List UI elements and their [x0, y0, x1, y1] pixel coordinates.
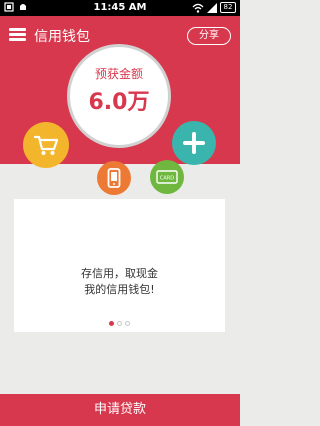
- promo-line-1: 存信用，取现金: [81, 267, 158, 280]
- promo-line-2: 我的信用钱包!: [84, 283, 155, 296]
- wifi-icon: [192, 3, 204, 13]
- apply-loan-button[interactable]: 申请贷款: [0, 394, 240, 426]
- share-button[interactable]: 分享: [187, 27, 231, 45]
- amount-circle: 预获金额 6.0万: [67, 44, 171, 148]
- phone-button[interactable]: [97, 161, 131, 195]
- menu-icon[interactable]: [9, 28, 26, 42]
- phone-icon: [107, 168, 121, 188]
- add-button[interactable]: [172, 121, 216, 165]
- amount-label: 预获金额: [94, 67, 143, 81]
- card-icon-text: CARD: [160, 176, 174, 182]
- page-indicator: [14, 321, 225, 326]
- card-icon: CARD: [156, 170, 178, 184]
- app-title: 信用钱包: [34, 29, 90, 45]
- page-dot-3[interactable]: [125, 321, 130, 326]
- page-dot-1[interactable]: [109, 321, 114, 326]
- shopping-button[interactable]: [23, 122, 69, 168]
- page-dot-2[interactable]: [117, 321, 122, 326]
- card-button[interactable]: CARD: [150, 160, 184, 194]
- status-bar: 11:45 AM 82: [0, 0, 240, 16]
- cart-icon: [33, 135, 59, 155]
- promo-card[interactable]: 存信用，取现金 我的信用钱包!: [14, 199, 225, 332]
- plus-icon: [183, 132, 205, 154]
- amount-value: 6.0万: [88, 90, 150, 115]
- signal-icon: [207, 2, 217, 13]
- battery-icon: 82: [220, 2, 236, 13]
